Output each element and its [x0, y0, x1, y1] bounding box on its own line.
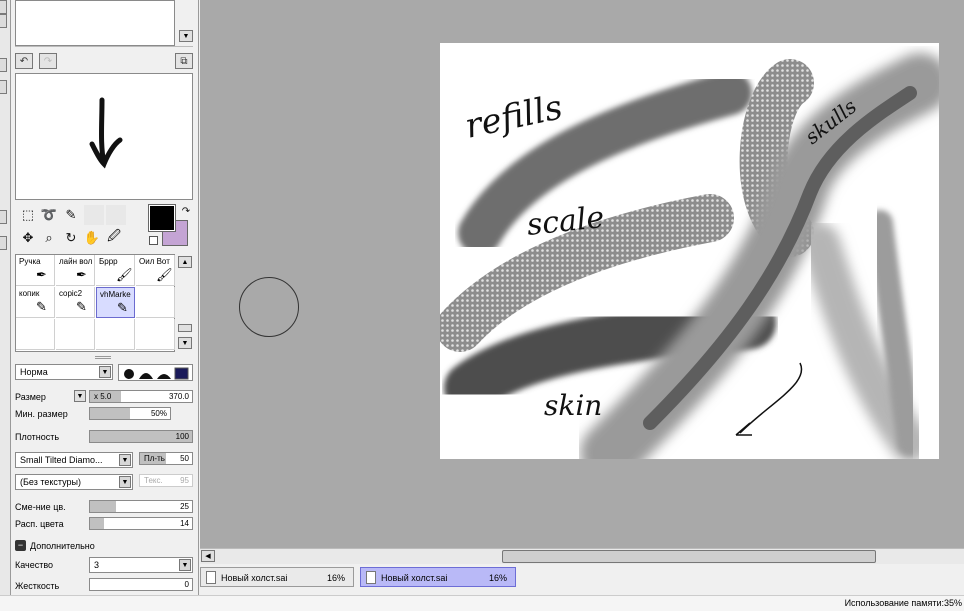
brush-slot[interactable]: Ручка ✒	[16, 255, 55, 286]
horizontal-scrollbar[interactable]: ◀	[200, 548, 964, 564]
brush-grid: Ручка ✒ лайн вол ✒ Бррр 🖌 Оил Вот 🖌 копик ✎ c…	[15, 254, 175, 352]
blend-mode-select[interactable]: Норма ▼	[15, 364, 113, 380]
brush-slot[interactable]	[96, 319, 135, 350]
strip-button[interactable]	[0, 210, 7, 224]
navigator-icon[interactable]: ⧉	[175, 53, 193, 69]
brush-icon: 🖌	[116, 267, 133, 282]
chevron-down-icon: ▼	[99, 366, 111, 378]
status-bar: Использование памяти:35%	[0, 595, 964, 611]
strip-button[interactable]	[0, 236, 7, 250]
pen-icon: ✒	[36, 267, 47, 282]
pen-icon: ✎	[117, 300, 128, 315]
scroll-thumb[interactable]	[502, 550, 876, 563]
brush-slot[interactable]: лайн вол ✒	[56, 255, 95, 286]
scroll-down-arrow[interactable]: ▼	[179, 30, 193, 42]
magic-wand-icon[interactable]: ✎	[63, 207, 79, 223]
memory-usage: Использование памяти:35%	[844, 598, 962, 608]
undo-icon[interactable]: ↶	[15, 53, 33, 69]
strip-button[interactable]	[0, 80, 7, 94]
artwork: refills scale skin skulls	[440, 53, 939, 459]
brush-cursor	[239, 277, 299, 337]
color-spread-slider[interactable]: 14	[89, 517, 193, 530]
swap-colors-icon[interactable]: ↷	[178, 203, 194, 219]
brush-slot[interactable]	[56, 319, 95, 350]
navigator-preview[interactable]	[15, 73, 193, 200]
size-slider[interactable]: x 5.0 370.0	[89, 390, 193, 403]
scroll-up-arrow[interactable]: ▲	[178, 256, 192, 268]
reset-colors-icon[interactable]	[149, 236, 158, 245]
empty-tool-slot	[84, 205, 104, 225]
rect-select-icon[interactable]: ⬚	[20, 207, 36, 223]
min-size-slider[interactable]: 50%	[89, 407, 171, 420]
brush-slot[interactable]	[136, 319, 175, 350]
primary-color-swatch[interactable]	[148, 204, 176, 232]
shape-strength-slider[interactable]: Пл-ть 50	[139, 452, 193, 465]
arrow-sketch	[89, 97, 123, 169]
texture-select[interactable]: (Без текстуры) ▼	[15, 474, 133, 490]
zoom-icon[interactable]: ⌕	[41, 230, 57, 246]
chevron-down-icon: ▼	[179, 559, 191, 571]
density-slider[interactable]: 100	[89, 430, 193, 443]
brush-shape-presets[interactable]	[118, 364, 193, 381]
doc-icon	[366, 571, 376, 584]
chevron-down-icon: ▼	[119, 454, 131, 466]
move-icon[interactable]: ✥	[20, 230, 36, 246]
left-edge-strip	[0, 0, 11, 595]
scroll-thumb[interactable]	[178, 324, 192, 332]
scroll-down-arrow[interactable]: ▼	[178, 337, 192, 349]
doc-icon	[206, 571, 216, 584]
label-refills: refills	[462, 87, 566, 147]
quality-select[interactable]: 3 ▼	[89, 557, 193, 573]
rotate-icon[interactable]: ↻	[63, 230, 79, 246]
collapse-icon[interactable]: −	[15, 540, 26, 551]
brush-shape-select[interactable]: Small Tilted Diamo... ▼	[15, 452, 133, 468]
pen-icon: ✒	[76, 267, 87, 282]
brush-slot[interactable]	[136, 287, 175, 318]
document-tab-active[interactable]: Новый холст.sai 16%	[360, 567, 516, 587]
document-tabs: Новый холст.sai 16% Новый холст.sai 16%	[200, 564, 964, 595]
strip-button[interactable]	[0, 0, 7, 14]
chevron-down-icon: ▼	[119, 476, 131, 488]
brush-slot[interactable]: Оил Вот 🖌	[136, 255, 175, 286]
document-tab[interactable]: Новый холст.sai 16%	[200, 567, 354, 587]
texture-strength-slider: Текс. 95	[139, 474, 193, 487]
divider	[15, 46, 193, 47]
drawing-canvas[interactable]: refills scale skin skulls	[440, 43, 939, 459]
brush-slot[interactable]: копик ✎	[16, 287, 55, 318]
label-skin: skin	[544, 389, 602, 422]
empty-tool-slot	[106, 205, 126, 225]
pen-icon: ✎	[36, 299, 47, 314]
hand-icon[interactable]: ✋	[84, 230, 100, 246]
brush-slot[interactable]: Бррр 🖌	[96, 255, 135, 286]
lasso-icon[interactable]: ➰	[41, 207, 57, 223]
strip-button[interactable]	[0, 58, 7, 72]
scroll-left-arrow[interactable]: ◀	[201, 550, 215, 562]
brush-icon: 🖌	[156, 267, 173, 282]
eyedropper-icon[interactable]: 🖉	[106, 228, 122, 246]
brush-slot-selected[interactable]: vhMarke ✎	[96, 287, 135, 318]
pen-icon: ✎	[76, 299, 87, 314]
strip-button[interactable]	[0, 14, 7, 28]
layer-preview	[15, 0, 175, 46]
brush-shape-icons	[124, 367, 189, 380]
brush-slot[interactable]: copic2 ✎	[56, 287, 95, 318]
hardness-slider[interactable]: 0	[89, 578, 193, 591]
tool-panel: ▼ ↶ ↷ ⧉ ⬚ ➰ ✎ ✥ ⌕ ↻ ✋ 🖉 ↷ Ручка ✒ лайн в…	[11, 0, 199, 595]
color-mix-slider[interactable]: 25	[89, 500, 193, 513]
splitter-grip[interactable]	[95, 356, 111, 359]
brush-slot[interactable]	[16, 319, 55, 350]
size-range-arrow[interactable]: ▼	[74, 390, 86, 402]
redo-icon[interactable]: ↷	[39, 53, 57, 69]
